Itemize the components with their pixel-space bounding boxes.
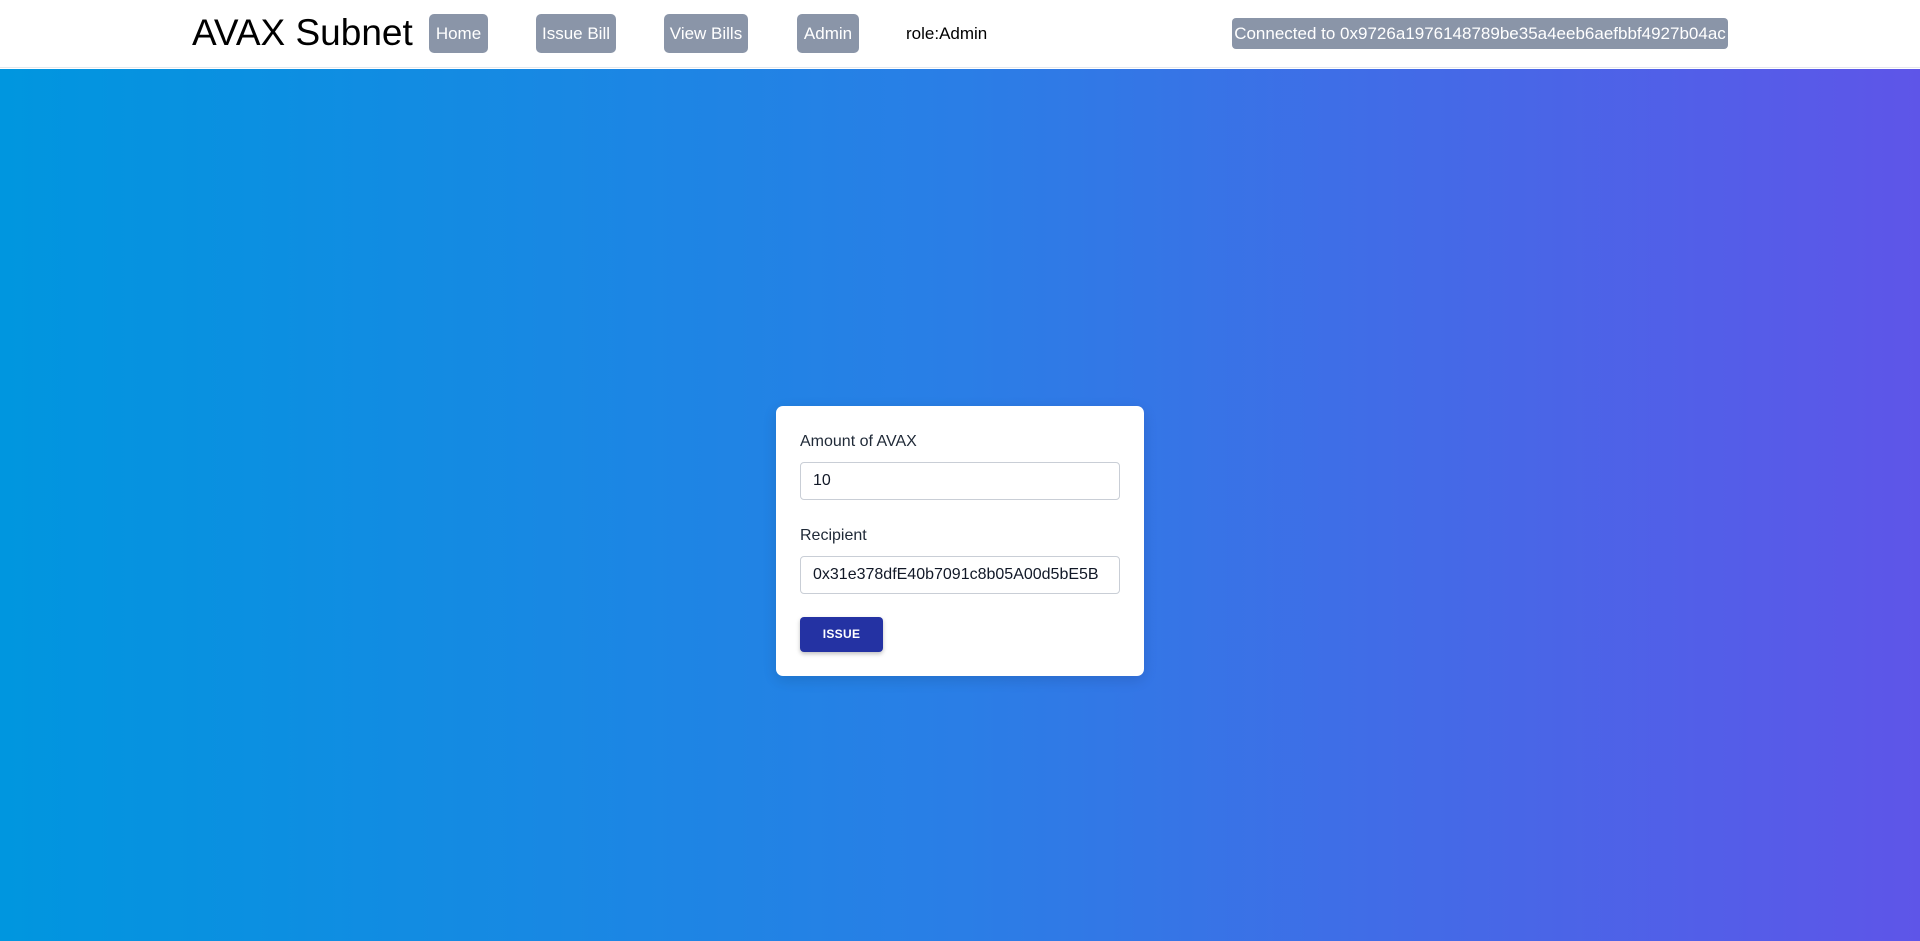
amount-label: Amount of AVAX — [800, 433, 917, 450]
role-indicator: role:Admin — [906, 24, 988, 43]
wallet-connection-badge[interactable]: Connected to 0x9726a1976148789be35a4eeb6… — [1232, 18, 1728, 49]
issue-button[interactable]: ISSUE — [800, 617, 883, 652]
top-navbar: AVAX Subnet Home Issue Bill View Bills A… — [0, 0, 1920, 68]
nav-admin-button[interactable]: Admin — [797, 14, 859, 53]
issue-bill-form: Amount of AVAX Recipient ISSUE — [776, 406, 1144, 676]
recipient-label: Recipient — [800, 527, 867, 544]
nav-view-bills-button[interactable]: View Bills — [664, 14, 748, 53]
amount-input[interactable] — [800, 462, 1120, 500]
nav-home-button[interactable]: Home — [429, 14, 488, 53]
recipient-input[interactable] — [800, 556, 1120, 594]
app-title: AVAX Subnet — [192, 12, 413, 53]
nav-issue-bill-button[interactable]: Issue Bill — [536, 14, 616, 53]
